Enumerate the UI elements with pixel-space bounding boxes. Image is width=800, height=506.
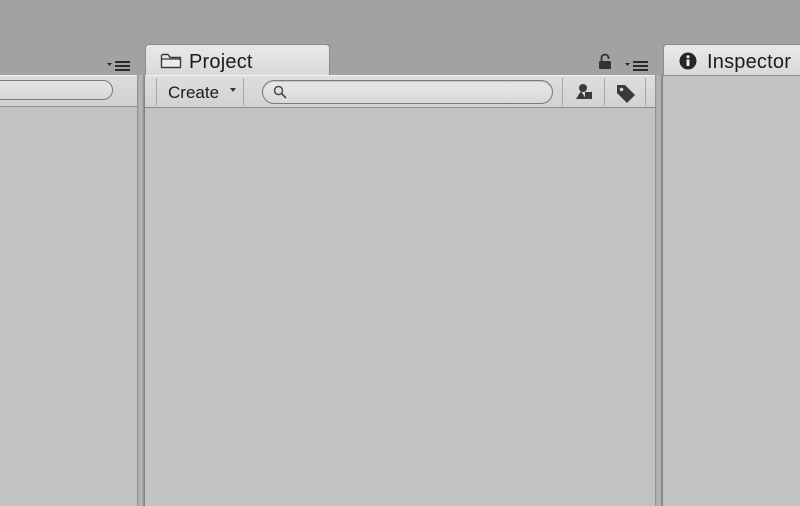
project-toolbar: Create xyxy=(145,75,655,108)
dropdown-caret-icon xyxy=(230,88,236,92)
left-panel-content xyxy=(0,107,137,506)
project-content-area xyxy=(145,108,655,506)
editor-window: Project Create Inspector xyxy=(0,0,800,506)
search-icon xyxy=(273,85,287,104)
inspector-content-area xyxy=(663,75,800,506)
project-panel-splitter[interactable] xyxy=(655,75,663,506)
shapes-icon xyxy=(576,84,592,99)
left-panel-search-input[interactable] xyxy=(3,82,107,100)
tab-inspector[interactable]: Inspector xyxy=(663,44,800,76)
search-input[interactable] xyxy=(291,83,545,103)
filter-by-type-button[interactable] xyxy=(562,78,604,106)
folder-icon xyxy=(160,52,182,75)
tab-project-label: Project xyxy=(189,51,253,73)
left-panel-search-field[interactable] xyxy=(0,80,113,100)
create-button[interactable]: Create xyxy=(156,78,244,106)
left-panel xyxy=(0,0,139,506)
tab-project[interactable]: Project xyxy=(145,44,330,76)
create-button-label: Create xyxy=(168,83,220,102)
left-panel-splitter[interactable] xyxy=(137,75,145,506)
search-field[interactable] xyxy=(262,80,553,104)
tag-icon xyxy=(617,85,635,103)
lock-icon[interactable] xyxy=(597,53,613,75)
filter-by-label-button[interactable] xyxy=(604,78,646,106)
info-icon xyxy=(679,52,697,75)
left-panel-toolbar xyxy=(0,75,139,107)
tab-inspector-label: Inspector xyxy=(707,51,792,73)
inspector-panel: Inspector xyxy=(663,0,800,506)
project-panel: Project Create xyxy=(145,0,655,506)
